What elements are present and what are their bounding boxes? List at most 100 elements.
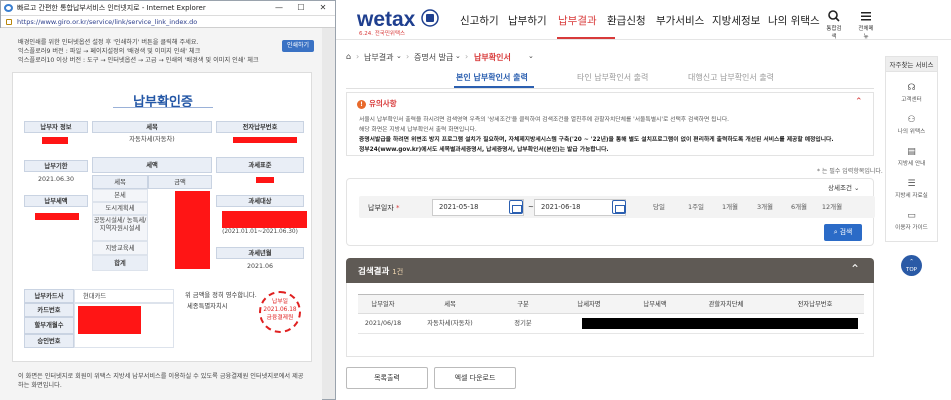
- url-text: https://www.giro.or.kr/service/link/serv…: [17, 18, 198, 26]
- result-header[interactable]: 검색결과 1건 ⌃: [346, 258, 874, 283]
- user-icon: ⚇: [907, 115, 916, 125]
- search-button-label: 검색: [839, 228, 853, 236]
- menu-button[interactable]: 전체메뉴: [856, 10, 876, 40]
- minimize-icon[interactable]: —: [269, 1, 289, 15]
- print-notice: 배경인쇄를 위한 인터넷옵션 설정 후 '인쇄하기' 버튼을 클릭해 주세요. …: [18, 38, 268, 65]
- tax-amount-header: 세액: [92, 157, 212, 173]
- logo-subtitle: 6.24. 전국민위택스: [359, 31, 406, 37]
- period-1week-button[interactable]: 1주일: [680, 198, 712, 216]
- collapse-icon[interactable]: ⌃: [855, 97, 863, 107]
- period-6month-button[interactable]: 6개월: [783, 198, 815, 216]
- notice-line: 서울시 납부확인서 출력을 하시려면 검색영역 우측의 '상세조건'을 클릭하여…: [359, 117, 730, 123]
- notice-line: 익스플로러9 버전 : 파일 → 페이지설정의 '배경색 및 이미지 인쇄' 체…: [18, 48, 201, 55]
- quick-menu-title: 자주찾는 서비스: [885, 56, 938, 72]
- tax-year-month-header: 과세년월: [216, 247, 304, 259]
- quick-item-local-tax-guide[interactable]: ▤ 지방세 안내: [886, 147, 937, 167]
- chevron-right-icon: ›: [356, 52, 360, 61]
- quick-item-label: 이용자 가이드: [895, 225, 928, 231]
- col-amount: 금액: [148, 175, 212, 189]
- redacted-pay-amount: [35, 213, 79, 220]
- cell-type[interactable]: 정기분: [492, 314, 554, 334]
- nav-pay-result[interactable]: 납부결과: [558, 13, 597, 28]
- chevron-up-icon: ⌃: [909, 259, 914, 265]
- date-range-separator: ~: [528, 203, 534, 211]
- cell-pay-date[interactable]: 2021/06/18: [358, 314, 408, 334]
- date-label: 납부일자 *: [368, 204, 400, 212]
- nav-extra-service[interactable]: 부가서비스: [656, 13, 704, 28]
- quick-item-user-guide[interactable]: ▭ 이용자 가이드: [886, 211, 937, 231]
- approval-no-header: 승인번호: [24, 334, 74, 348]
- row-facility-tax: 공동시설세/ 농특세/ 지역자원시설세: [92, 215, 148, 241]
- period-3month-button[interactable]: 3개월: [749, 198, 781, 216]
- e-pay-no-header: 전자납부번호: [216, 121, 304, 133]
- address-bar[interactable]: https://www.giro.or.kr/service/link/serv…: [1, 15, 335, 28]
- col-tax-item: 세목: [92, 175, 148, 189]
- detail-condition-toggle[interactable]: 상세조건 ⌄: [828, 182, 859, 192]
- top-label: TOP: [905, 267, 917, 273]
- calendar-icon[interactable]: [509, 200, 523, 214]
- due-date-value: 2021.06.30: [24, 174, 88, 186]
- detail-condition-label: 상세조건: [828, 184, 852, 192]
- chevron-down-icon[interactable]: ⌄: [528, 52, 534, 60]
- quick-item-local-tax-library[interactable]: ☰ 지방세 자료실: [886, 179, 937, 199]
- print-button[interactable]: 인쇄하기: [282, 40, 314, 52]
- home-icon[interactable]: ⌂: [346, 52, 351, 61]
- chat-icon: ▭: [907, 211, 916, 221]
- stamp-line: 2021.06.18: [263, 307, 297, 313]
- wetax-logo[interactable]: wetax 6.24. 전국민위택스: [356, 6, 447, 40]
- print-list-button[interactable]: 목록출력: [346, 367, 428, 389]
- collapse-icon[interactable]: ⌃: [850, 262, 860, 276]
- breadcrumb-current[interactable]: 납부확인서: [474, 52, 511, 63]
- payment-stamp: 납부일 2021.06.18 금융결제원: [259, 291, 301, 333]
- col-paid-amount: 납부세액: [624, 294, 686, 314]
- nav-refund[interactable]: 환급신청: [607, 13, 646, 28]
- maximize-icon[interactable]: ☐: [291, 1, 311, 15]
- result-title-text: 검색결과: [358, 267, 390, 277]
- period-1month-button[interactable]: 1개월: [714, 198, 746, 216]
- notice-line: 익스플로러10 이상 버전 : 도구 → 인터넷옵션 → 고급 → 인쇄의 '배…: [18, 57, 259, 64]
- list-icon: ☰: [907, 179, 916, 189]
- tax-item-value: 자동차세(자동차): [92, 133, 212, 147]
- chevron-down-icon[interactable]: ⌄: [396, 52, 402, 60]
- nav-pay[interactable]: 납부하기: [508, 13, 547, 28]
- notice-line: 증명서발급을 하려면 위변조 방지 프로그램 설치가 필요하며, 자체제지방세시…: [359, 137, 834, 143]
- headset-icon: ☊: [907, 83, 916, 93]
- chevron-right-icon: ›: [465, 52, 469, 61]
- popup-footnote: 이 화면은 인터넷지로 회원이 위택스 지방세 납부서비스를 이용하실 수 있도…: [18, 373, 304, 389]
- tab-other-certificate[interactable]: 타인 납부확인서 출력: [577, 72, 648, 83]
- tax-target-header: 과세대상: [216, 195, 304, 207]
- result-count: 1건: [392, 268, 404, 276]
- period-today-button[interactable]: 당일: [643, 198, 675, 216]
- search-submit-button[interactable]: ⌕ 검색: [824, 224, 862, 241]
- tab-own-certificate[interactable]: 본인 납부확인서 출력: [456, 72, 528, 83]
- tab-agent-certificate[interactable]: 대행신고 납부확인서 출력: [688, 72, 774, 83]
- cell-tax-item[interactable]: 자동차세(자동차): [408, 314, 492, 334]
- notice-line: 해당 화면은 지방세 납부확인서 출력 화면입니다.: [359, 127, 477, 133]
- col-e-pay-no: 전자납부번호: [766, 294, 864, 314]
- close-icon[interactable]: ✕: [313, 1, 333, 15]
- excel-download-button[interactable]: 엑셀 다운로드: [434, 367, 516, 389]
- nav-my-wetax[interactable]: 나의 위택스: [768, 13, 820, 28]
- alert-icon: !: [357, 100, 366, 109]
- search-button[interactable]: 통합검색: [824, 10, 844, 40]
- period-12month-button[interactable]: 12개월: [816, 198, 848, 216]
- quick-menu: 자주찾는 서비스 ☊ 고객센터 ⚇ 나의 위택스 ▤ 지방세 안내 ☰ 지방세 자료실 …: [885, 56, 938, 242]
- hamburger-icon: [861, 12, 871, 21]
- scroll-top-button[interactable]: ⌃ TOP: [901, 255, 922, 276]
- search-icon: [828, 10, 840, 22]
- nav-file-return[interactable]: 신고하기: [460, 13, 499, 28]
- date-label-text: 납부일자: [368, 204, 394, 212]
- quick-item-customer-center[interactable]: ☊ 고객센터: [886, 83, 937, 103]
- chevron-down-icon[interactable]: ⌄: [455, 52, 461, 60]
- quick-item-my-wetax[interactable]: ⚇ 나의 위택스: [886, 115, 937, 135]
- card-company-value: 현대카드: [74, 289, 174, 303]
- breadcrumb-pay-result[interactable]: 납부결과: [364, 52, 393, 63]
- received-text: 위 금액을 정히 영수합니다.: [185, 292, 257, 299]
- row-city-plan-tax: 도시계획세: [92, 202, 148, 215]
- col-taxpayer: 납세자명: [554, 294, 624, 314]
- received-by: 세종특별자치시: [187, 303, 228, 310]
- breadcrumb-certificate[interactable]: 증명서 발급: [414, 52, 453, 63]
- calendar-icon[interactable]: [612, 200, 626, 214]
- nav-local-tax-info[interactable]: 지방세정보: [712, 13, 760, 28]
- search-icon: ⌕: [833, 228, 838, 236]
